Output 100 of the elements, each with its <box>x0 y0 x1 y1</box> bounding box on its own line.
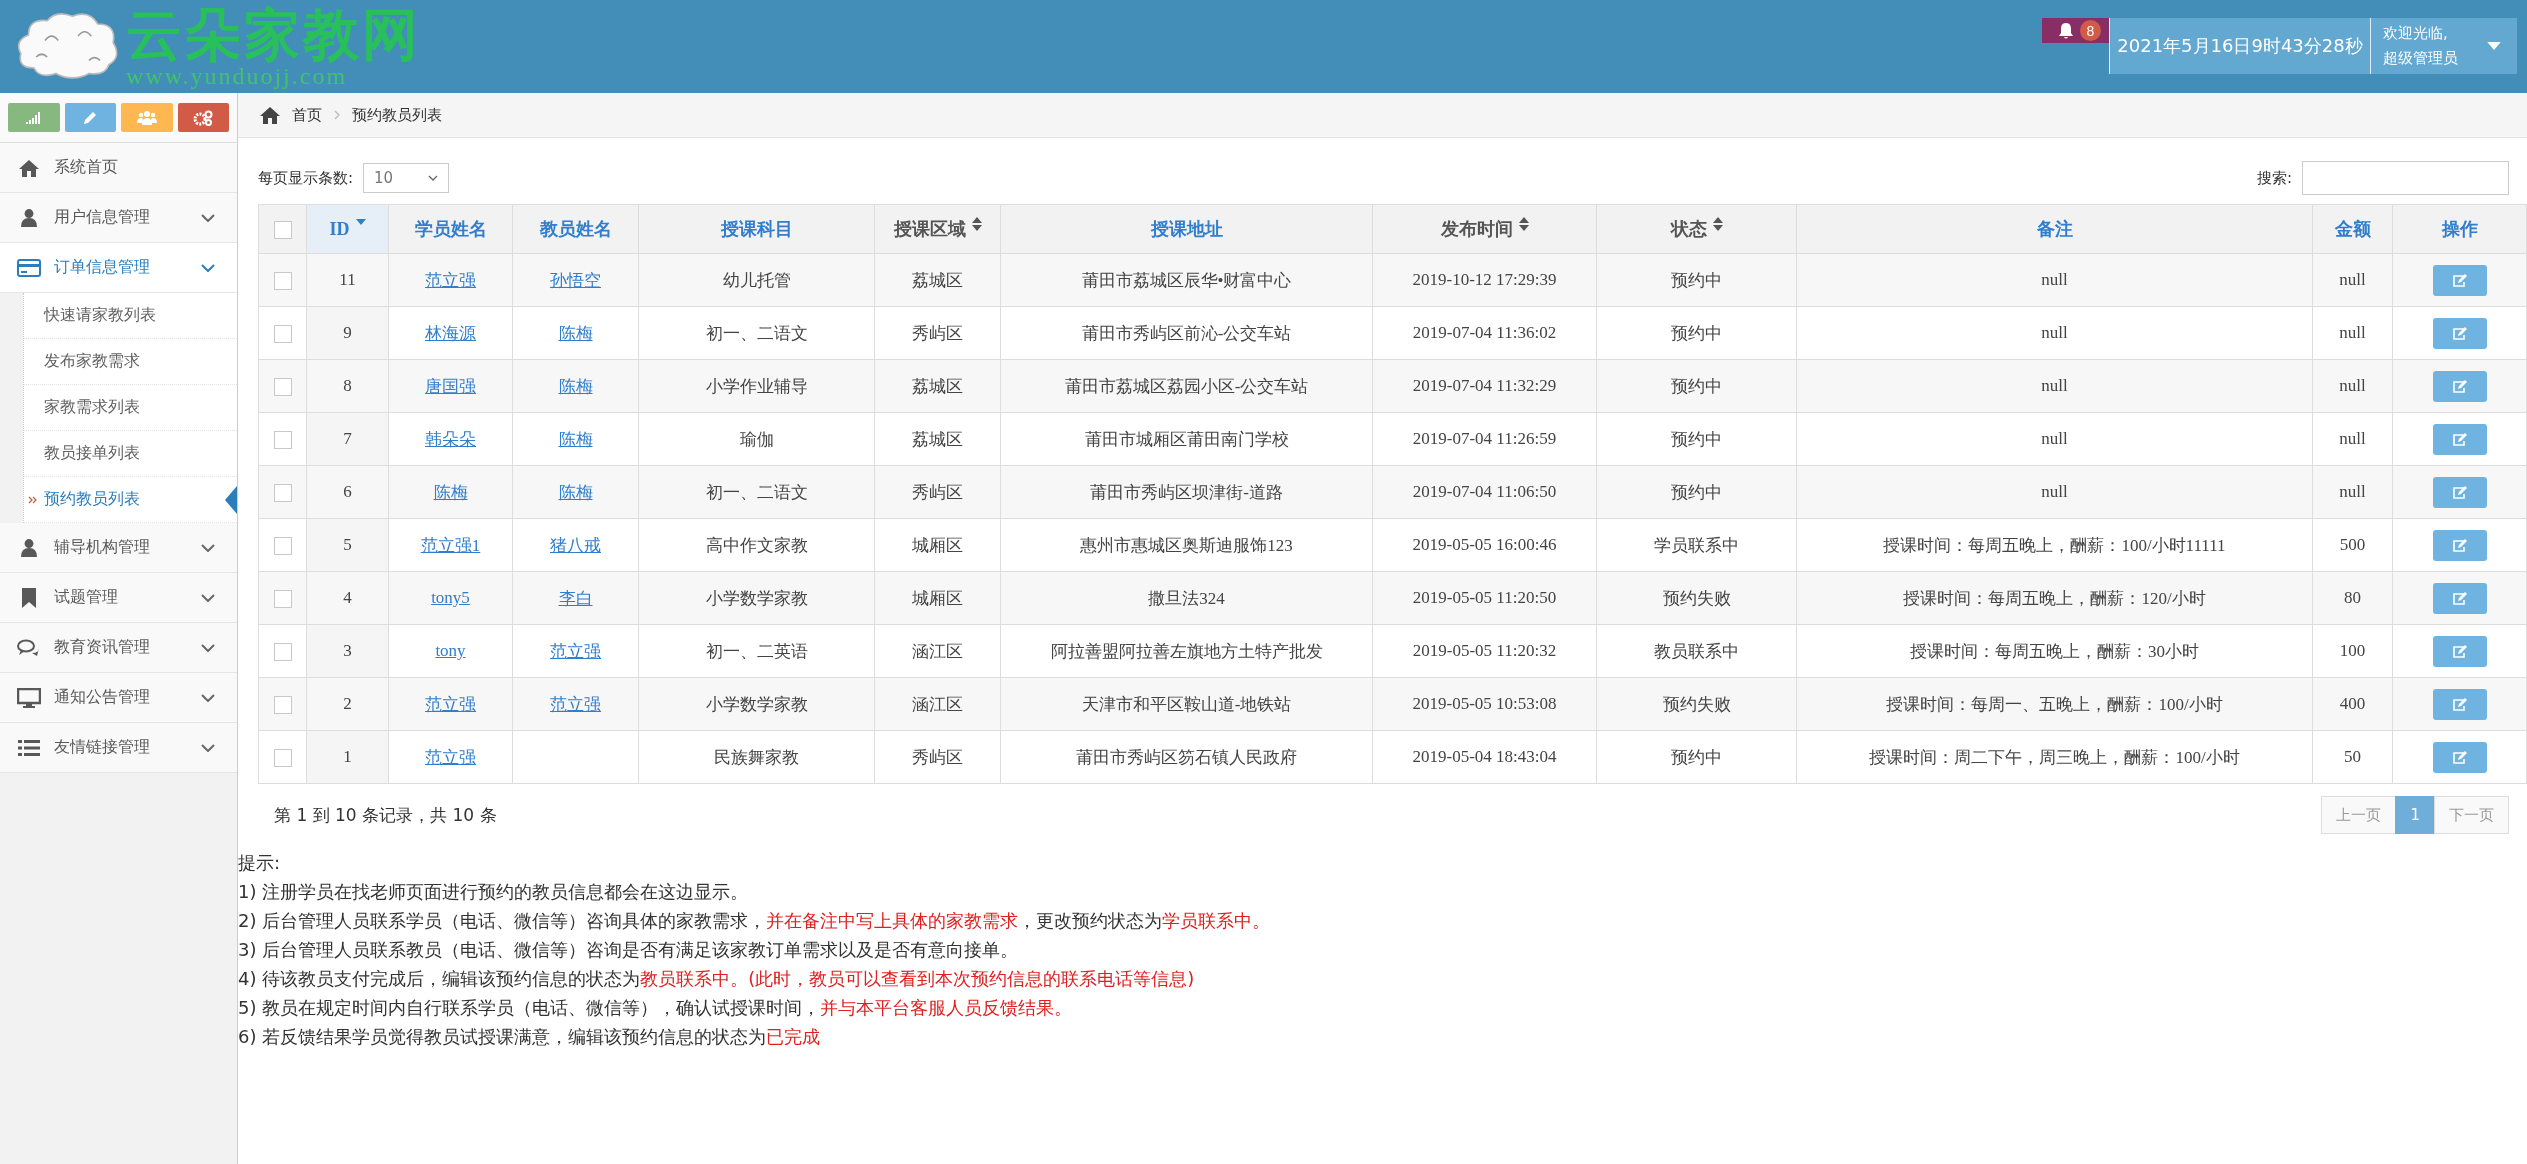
student-link[interactable]: 陈梅 <box>433 482 468 502</box>
row-checkbox[interactable] <box>273 537 292 556</box>
shortcut-button[interactable] <box>64 103 116 132</box>
table-cell: 预约中 <box>1671 482 1722 502</box>
column-header: 授课地址 <box>1000 204 1373 254</box>
shortcut-button[interactable] <box>8 103 60 132</box>
page-size-select[interactable]: 10 <box>363 163 450 193</box>
student-link[interactable]: tony5 <box>431 588 470 607</box>
edit-button[interactable] <box>2432 741 2487 773</box>
teacher-link[interactable]: 范立强 <box>550 694 601 714</box>
table-cell: 授课时间：每周五晚上，酬薪：100/小时11111 <box>1883 535 2226 555</box>
student-link[interactable]: tony <box>435 641 466 660</box>
sidebar-item[interactable]: 订单信息管理 <box>0 243 237 293</box>
table-cell: 8 <box>343 376 352 395</box>
student-link[interactable]: 林海源 <box>425 323 476 343</box>
submenu-item[interactable]: 快速请家教列表 <box>24 293 237 339</box>
chevron-right-icon <box>334 110 340 120</box>
teacher-link[interactable]: 陈梅 <box>558 429 593 449</box>
column-header[interactable]: 授课区域 <box>874 204 1001 254</box>
hint-line: 1) 注册学员在找老师页面进行预约的教员信息都会在这边显示。 <box>238 880 750 904</box>
row-checkbox[interactable] <box>273 272 292 291</box>
edit-button[interactable] <box>2432 476 2487 508</box>
list-icon <box>18 738 40 757</box>
student-link[interactable]: 唐国强 <box>425 376 476 396</box>
student-link[interactable]: 范立强 <box>425 270 476 290</box>
table-cell: 2019-05-05 10:53:08 <box>1412 694 1557 713</box>
table-cell: 预约中 <box>1671 376 1722 396</box>
sidebar-item[interactable]: 通知公告管理 <box>0 673 237 723</box>
row-checkbox[interactable] <box>273 325 292 344</box>
column-header[interactable]: 发布时间 <box>1372 204 1597 254</box>
sidebar-item[interactable]: 用户信息管理 <box>0 193 237 243</box>
home-icon <box>19 158 39 177</box>
row-checkbox[interactable] <box>273 590 292 609</box>
page-button[interactable]: 1 <box>2395 796 2435 834</box>
sidebar-item[interactable]: 教育资讯管理 <box>0 623 237 673</box>
row-checkbox[interactable] <box>273 749 292 768</box>
home-icon <box>260 106 280 124</box>
teacher-link[interactable]: 陈梅 <box>558 323 593 343</box>
table-cell: 莆田市秀屿区坝津街-道路 <box>1090 482 1283 502</box>
edit-icon <box>2451 432 2468 446</box>
search-field[interactable] <box>2302 161 2509 195</box>
sidebar-item[interactable]: 辅导机构管理 <box>0 523 237 573</box>
submenu-item[interactable]: 教员接单列表 <box>24 431 237 477</box>
row-checkbox[interactable] <box>273 378 292 397</box>
sidebar-item[interactable]: 系统首页 <box>0 143 237 193</box>
edit-button[interactable] <box>2432 688 2487 720</box>
sort-icon <box>1712 217 1723 231</box>
edit-button[interactable] <box>2432 529 2487 561</box>
caret-icon <box>2487 41 2501 51</box>
breadcrumb-link[interactable]: 首页 <box>292 105 322 125</box>
table-cell: 2 <box>343 694 352 713</box>
column-header: 学员姓名 <box>388 204 513 254</box>
edit-icon <box>2451 750 2468 764</box>
edit-button[interactable] <box>2432 582 2487 614</box>
teacher-link[interactable]: 猪八戒 <box>550 535 601 555</box>
table-cell: 4 <box>343 588 352 607</box>
table-cell: 学员联系中 <box>1654 535 1739 555</box>
shortcut-button[interactable] <box>121 103 173 132</box>
student-link[interactable]: 范立强1 <box>420 535 481 555</box>
edit-button[interactable] <box>2432 370 2487 402</box>
student-link[interactable]: 范立强 <box>425 694 476 714</box>
table-cell: 惠州市惠城区奥斯迪服饰123 <box>1080 535 1293 555</box>
table-cell: 11 <box>339 270 356 289</box>
shortcut-button[interactable] <box>177 103 229 132</box>
sidebar-item[interactable]: 试题管理 <box>0 573 237 623</box>
user-menu[interactable]: 欢迎光临, 超级管理员 <box>2370 18 2517 74</box>
teacher-link[interactable]: 陈梅 <box>558 376 593 396</box>
gears-icon <box>193 109 214 126</box>
table-cell: 100 <box>2339 641 2366 660</box>
sort-icon <box>1518 217 1529 231</box>
row-checkbox[interactable] <box>273 643 292 662</box>
sidebar-item[interactable]: 友情链接管理 <box>0 723 237 773</box>
teacher-link[interactable]: 陈梅 <box>558 482 593 502</box>
row-checkbox[interactable] <box>273 431 292 450</box>
teacher-link[interactable]: 范立强 <box>550 641 601 661</box>
table-cell: 2019-10-12 17:29:39 <box>1412 270 1557 289</box>
teacher-link[interactable]: 李白 <box>558 588 593 608</box>
student-link[interactable]: 韩朵朵 <box>425 429 476 449</box>
submenu-item[interactable]: 家教需求列表 <box>24 385 237 431</box>
column-header[interactable]: 状态 <box>1596 204 1797 254</box>
select-all-checkbox[interactable] <box>273 221 292 240</box>
row-checkbox[interactable] <box>273 696 292 715</box>
pencil-icon <box>82 109 99 126</box>
table-cell: 2019-07-04 11:06:50 <box>1412 482 1557 501</box>
table-cell: 2019-05-04 18:43:04 <box>1412 747 1557 766</box>
edit-button[interactable] <box>2432 264 2487 296</box>
edit-button[interactable] <box>2432 423 2487 455</box>
notifications-button[interactable]: 8 <box>2042 18 2109 43</box>
table-cell: 高中作文家教 <box>705 535 808 555</box>
row-checkbox[interactable] <box>273 484 292 503</box>
submenu-item[interactable]: 发布家教需求 <box>24 339 237 385</box>
edit-button[interactable] <box>2432 317 2487 349</box>
column-header[interactable]: ID <box>306 204 389 254</box>
student-link[interactable]: 范立强 <box>425 747 476 767</box>
teacher-link[interactable]: 孙悟空 <box>550 270 601 290</box>
table-cell: 2019-07-04 11:32:29 <box>1412 376 1557 395</box>
table-cell: null <box>2041 482 2068 501</box>
edit-button[interactable] <box>2432 635 2487 667</box>
table-cell: 莆田市秀屿区笏石镇人民政府 <box>1076 747 1297 767</box>
table-cell: null <box>2339 376 2366 395</box>
